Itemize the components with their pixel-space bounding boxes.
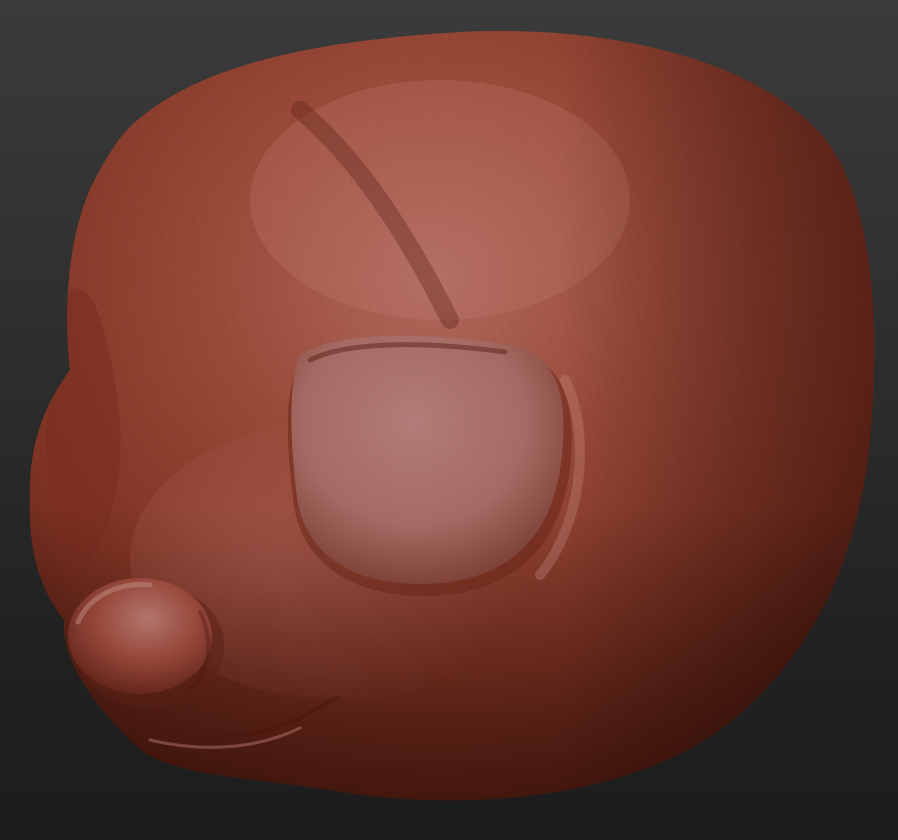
sculpt-viewport[interactable] bbox=[0, 0, 898, 840]
sculpt-render bbox=[29, 30, 875, 801]
